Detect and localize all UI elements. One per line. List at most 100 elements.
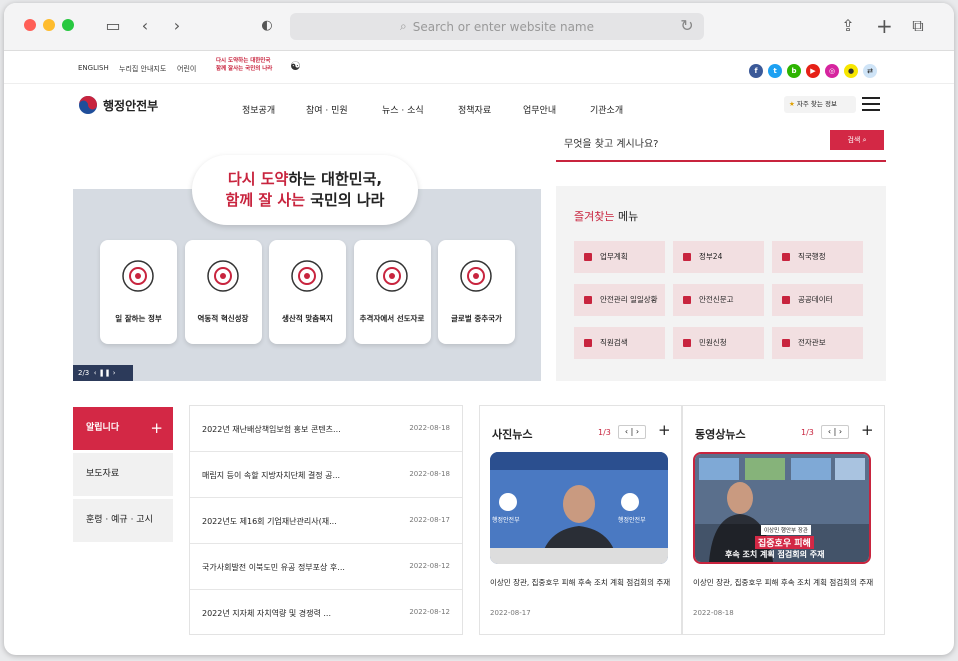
search-icon: ⌕ [399, 19, 407, 33]
utility-bar: ENGLISH 누리집 안내지도 어린이 다시 도약하는 대한민국 함께 잘사는 … [4, 51, 954, 84]
logo-text: 행정안전부 [103, 98, 159, 113]
nav-info-disclosure[interactable]: 정보공개 [242, 103, 275, 116]
nav-policy[interactable]: 정책자료 [458, 103, 491, 116]
favorite-menu-item[interactable]: 업무계획 [574, 241, 665, 273]
photo-news-caption[interactable]: 이상민 장관, 집중호우 피해 후속 조치 계획 점검회의 주재 [490, 576, 674, 590]
site-search: 무엇을 찾고 계시나요? 검색 ⌕ [556, 128, 886, 162]
kids-link[interactable]: 어린이 [177, 64, 196, 74]
close-window-button[interactable] [24, 19, 36, 31]
new-tab-icon[interactable]: + [876, 15, 893, 37]
favorite-menu-label: 직국행정 [798, 252, 826, 261]
share-icon[interactable]: ⇄ [863, 64, 877, 78]
photo-news-image[interactable]: 행정안전부 행정안전부 [490, 452, 668, 564]
photo-news-arrows[interactable]: ‹ | › [618, 425, 646, 439]
slogan-logo: 다시 도약하는 대한민국 함께 잘사는 국민의 나라 [216, 58, 273, 72]
nav-about[interactable]: 기관소개 [590, 103, 623, 116]
hero-card-icon [206, 260, 239, 292]
news-title[interactable]: 매립지 등이 속할 지방자치단체 결정 공... [202, 470, 352, 481]
menu-item-icon [782, 253, 790, 261]
video-news-title: 동영상뉴스 [695, 428, 746, 441]
favorite-menu-item[interactable]: 안전신문고 [673, 284, 764, 316]
search-input[interactable]: 무엇을 찾고 계시나요? [564, 135, 658, 150]
news-title[interactable]: 국가사회발전 이북도민 유공 정부포상 후... [202, 562, 352, 573]
nav-business[interactable]: 업무안내 [523, 103, 556, 116]
video-news-arrows[interactable]: ‹ | › [821, 425, 849, 439]
blog-icon[interactable]: b [787, 64, 801, 78]
news-title[interactable]: 2022년 재난배상책임보험 홍보 콘텐츠... [202, 424, 352, 435]
favorite-menu-item[interactable]: 정부24 [673, 241, 764, 273]
minimize-window-button[interactable] [43, 19, 55, 31]
video-news-caption[interactable]: 이상민 장관, 집중호우 피해 후속 조치 계획 점검회의 주재 [693, 576, 877, 590]
favorite-menu-item[interactable]: 직원검색 [574, 327, 665, 359]
tab-regulations[interactable]: 훈령 · 예규 · 고시 [73, 499, 173, 542]
menu-item-icon [683, 296, 691, 304]
hero-card-label: 글로벌 중추국가 [451, 314, 502, 323]
hero-card[interactable]: 생산적 맞춤복지 [269, 240, 346, 344]
favorite-menu-label: 업무계획 [600, 252, 628, 261]
news-title[interactable]: 2022년도 제16회 기업재난관리사(재... [202, 516, 352, 527]
hero-card-label: 추격자에서 선도자로 [359, 314, 425, 323]
favorite-menu-item[interactable]: 직국행정 [772, 241, 863, 273]
kakao-icon[interactable]: ● [844, 64, 858, 78]
menu-icon[interactable] [862, 97, 880, 115]
hero-card[interactable]: 일 잘하는 정부 [100, 240, 177, 344]
nav-participation[interactable]: 참여 · 민원 [306, 103, 348, 116]
sitemap-link[interactable]: 누리집 안내지도 [119, 64, 166, 74]
favorite-menu-item[interactable]: 안전관리 일일상황 [574, 284, 665, 316]
twitter-icon[interactable]: t [768, 64, 782, 78]
instagram-icon[interactable]: ◎ [825, 64, 839, 78]
photo-news-more-icon[interactable]: + [658, 421, 671, 439]
menu-item-icon [683, 253, 691, 261]
sidebar-icon[interactable]: ▭ [102, 15, 124, 37]
plus-icon[interactable]: + [150, 407, 163, 450]
menu-item-icon [584, 296, 592, 304]
share-button-icon[interactable]: ⇪ [840, 15, 856, 37]
news-row[interactable]: 2022년도 제16회 기업재난관리사(재... 2022-08-17 [190, 498, 462, 544]
favorite-menu-item[interactable]: 민원신청 [673, 327, 764, 359]
back-icon[interactable]: ‹ [138, 15, 152, 37]
news-title[interactable]: 2022년 지자체 자치역량 및 경쟁력 ... [202, 608, 352, 619]
hero-card[interactable]: 추격자에서 선도자로 [353, 240, 431, 344]
menu-item-icon [683, 339, 691, 347]
maximize-window-button[interactable] [62, 19, 74, 31]
photo-news-panel: 사진뉴스 1/3 ‹ | › + 행정안전부 행정안전부 이상민 장관, 집중호우… [479, 405, 682, 635]
favorite-menu-label: 직원검색 [600, 338, 628, 347]
frequent-info-button[interactable]: ★ 자주 찾는 정보 [784, 96, 856, 113]
address-bar[interactable]: ⌕ Search or enter website name [290, 13, 704, 40]
favorite-menu-item[interactable]: 전자관보 [772, 327, 863, 359]
video-news-more-icon[interactable]: + [861, 421, 874, 439]
tab-press[interactable]: 보도자료 [73, 453, 173, 496]
news-row[interactable]: 매립지 등이 속할 지방자치단체 결정 공... 2022-08-18 [190, 452, 462, 498]
english-link[interactable]: ENGLISH [78, 64, 109, 72]
video-subtitle-3: 후속 조치 계획 점검회의 주재 [725, 550, 825, 559]
slogan-highlight-2: 함께 잘 사는 [225, 191, 305, 209]
nav-news[interactable]: 뉴스 · 소식 [382, 103, 424, 116]
video-subtitle-1: 이상민 행안부 장관 [761, 525, 811, 535]
news-date: 2022-08-12 [409, 562, 450, 570]
news-row[interactable]: 2022년 지자체 자치역량 및 경쟁력 ... 2022-08-12 [190, 590, 462, 636]
browser-toolbar: ▭ ‹ › ◐ ⌕ Search or enter website name ↻ … [4, 3, 954, 51]
tab-notice[interactable]: 알립니다 + [73, 407, 173, 450]
hero-card-label: 일 잘하는 정부 [115, 314, 162, 323]
youtube-icon[interactable]: ▶ [806, 64, 820, 78]
tabs-overview-icon[interactable]: ⧉ [910, 15, 926, 37]
video-news-image[interactable]: 이상민 행안부 장관 집중호우 피해 후속 조치 계획 점검회의 주재 [693, 452, 871, 564]
logo[interactable]: 행정안전부 [78, 95, 158, 115]
menu-item-icon [584, 253, 592, 261]
favorite-menu-label: 공공데이터 [798, 295, 833, 304]
forward-icon[interactable]: › [170, 15, 184, 37]
news-row[interactable]: 2022년 재난배상책임보험 홍보 콘텐츠... 2022-08-18 [190, 406, 462, 452]
facebook-icon[interactable]: f [749, 64, 763, 78]
hero-pager[interactable]: 2/3 ‹ ❚❚ › [73, 365, 133, 381]
search-button[interactable]: 검색 ⌕ [830, 130, 884, 150]
hero-card-label: 역동적 혁신성장 [197, 314, 249, 323]
favorite-menu-label: 전자관보 [798, 338, 826, 347]
hero-card[interactable]: 글로벌 중추국가 [438, 240, 515, 344]
favorite-menu-item[interactable]: 공공데이터 [772, 284, 863, 316]
reload-icon[interactable]: ↻ [680, 15, 694, 37]
hero-card[interactable]: 역동적 혁신성장 [184, 240, 262, 344]
news-row[interactable]: 국가사회발전 이북도민 유공 정부포상 후... 2022-08-12 [190, 544, 462, 590]
shield-icon[interactable]: ◐ [260, 15, 274, 37]
search-button-label: 검색 [847, 136, 861, 144]
photo-news-title: 사진뉴스 [492, 428, 533, 441]
